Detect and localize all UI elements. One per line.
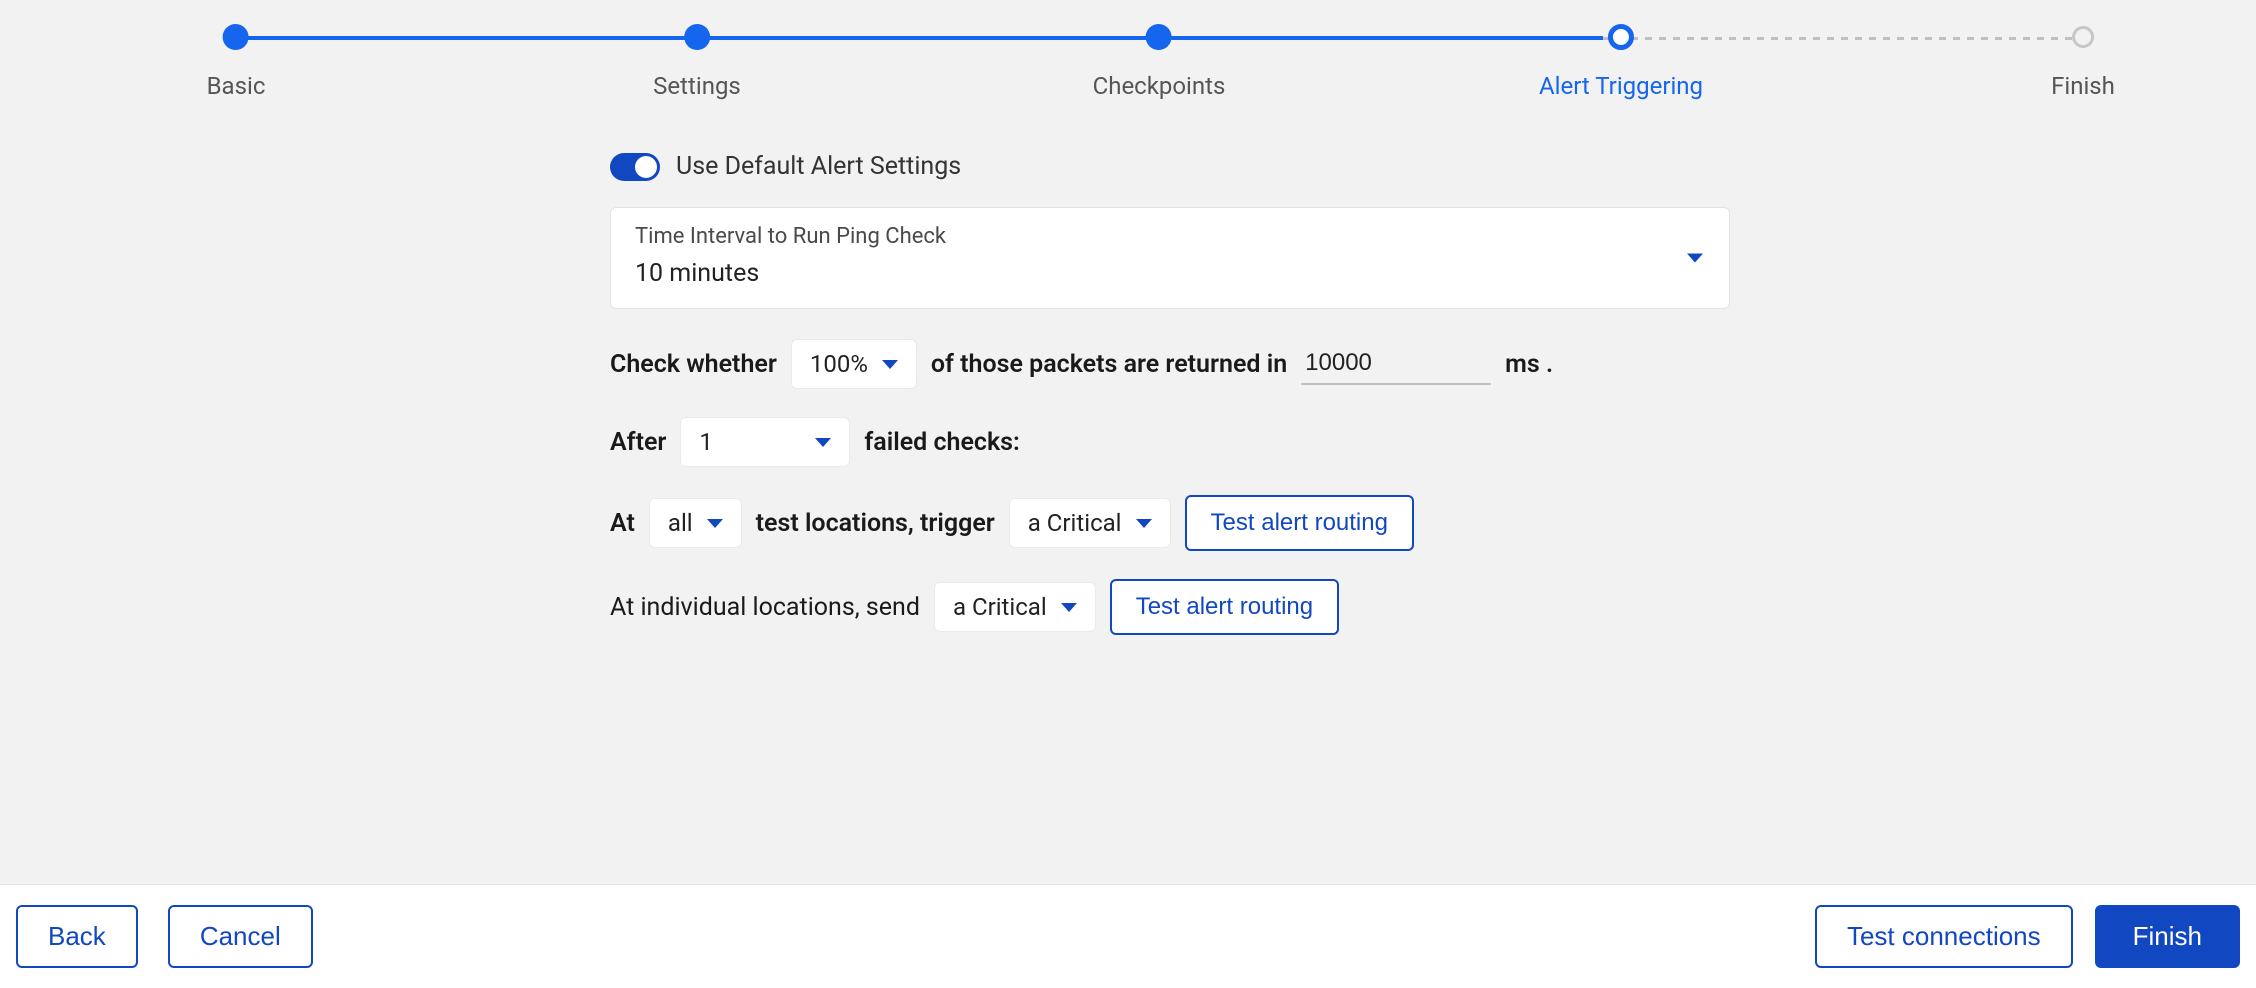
label-text: Check whether xyxy=(610,350,777,379)
step-label: Finish xyxy=(2051,72,2115,100)
step-basic[interactable]: Basic xyxy=(207,24,266,100)
default-settings-row: Use Default Alert Settings xyxy=(610,152,1730,181)
failed-count-value: 1 xyxy=(699,428,713,456)
chevron-down-icon xyxy=(1136,519,1152,528)
label-text: At xyxy=(610,509,635,538)
ping-interval-label: Time Interval to Run Ping Check xyxy=(635,224,1705,249)
severity-value: a Critical xyxy=(1028,509,1122,537)
ping-interval-select[interactable]: Time Interval to Run Ping Check 10 minut… xyxy=(610,207,1730,309)
at-locations-line: At all test locations, trigger a Critica… xyxy=(610,495,1730,551)
percent-select[interactable]: 100% xyxy=(791,339,917,389)
chevron-down-icon xyxy=(707,519,723,528)
chevron-down-icon xyxy=(882,360,898,369)
step-dot-icon xyxy=(1146,24,1172,50)
severity-select[interactable]: a Critical xyxy=(1009,498,1171,548)
ms-input[interactable] xyxy=(1301,343,1491,385)
step-settings[interactable]: Settings xyxy=(653,24,741,100)
toggle-thumb-icon xyxy=(635,156,657,178)
alert-triggering-form: Use Default Alert Settings Time Interval… xyxy=(610,152,1730,663)
severity-value: a Critical xyxy=(953,593,1047,621)
cancel-button[interactable]: Cancel xyxy=(168,905,313,968)
label-text: ms . xyxy=(1505,350,1553,379)
step-label: Basic xyxy=(207,72,266,100)
scope-select[interactable]: all xyxy=(649,498,742,548)
check-whether-line: Check whether 100% of those packets are … xyxy=(610,339,1730,389)
individual-severity-select[interactable]: a Critical xyxy=(934,582,1096,632)
test-alert-routing-button[interactable]: Test alert routing xyxy=(1110,579,1339,635)
finish-button[interactable]: Finish xyxy=(2095,905,2240,968)
label-text: At individual locations, send xyxy=(610,593,920,622)
default-settings-label: Use Default Alert Settings xyxy=(676,152,961,181)
after-failed-line: After 1 failed checks: xyxy=(610,417,1730,467)
test-connections-button[interactable]: Test connections xyxy=(1815,905,2073,968)
label-text: test locations, trigger xyxy=(756,509,995,538)
footer-right-group: Test connections Finish xyxy=(1815,905,2240,968)
label-text: After xyxy=(610,428,666,457)
chevron-down-icon xyxy=(1061,603,1077,612)
step-dot-icon xyxy=(684,24,710,50)
footer-left-group: Back Cancel xyxy=(16,905,313,968)
step-dot-icon xyxy=(1608,24,1634,50)
chevron-down-icon xyxy=(815,438,831,447)
stepper: Basic Settings Checkpoints Alert Trigger… xyxy=(0,0,2256,120)
label-text: of those packets are returned in xyxy=(931,350,1287,379)
step-label: Settings xyxy=(653,72,741,100)
step-alert-triggering[interactable]: Alert Triggering xyxy=(1539,24,1703,100)
step-label: Checkpoints xyxy=(1093,72,1226,100)
step-checkpoints[interactable]: Checkpoints xyxy=(1093,24,1226,100)
ping-interval-value: 10 minutes xyxy=(635,259,1705,288)
failed-count-select[interactable]: 1 xyxy=(680,417,850,467)
step-finish[interactable]: Finish xyxy=(2051,24,2115,100)
step-dot-icon xyxy=(2072,26,2094,48)
step-label: Alert Triggering xyxy=(1539,72,1703,100)
footer-bar: Back Cancel Test connections Finish xyxy=(0,884,2256,988)
track-completed xyxy=(236,36,1603,40)
test-alert-routing-button[interactable]: Test alert routing xyxy=(1185,495,1414,551)
individual-locations-line: At individual locations, send a Critical… xyxy=(610,579,1730,635)
step-dot-icon xyxy=(223,24,249,50)
label-text: failed checks: xyxy=(864,428,1019,457)
scope-value: all xyxy=(668,509,693,537)
percent-value: 100% xyxy=(810,350,868,378)
chevron-down-icon xyxy=(1687,254,1703,263)
default-settings-toggle[interactable] xyxy=(610,153,660,181)
back-button[interactable]: Back xyxy=(16,905,138,968)
